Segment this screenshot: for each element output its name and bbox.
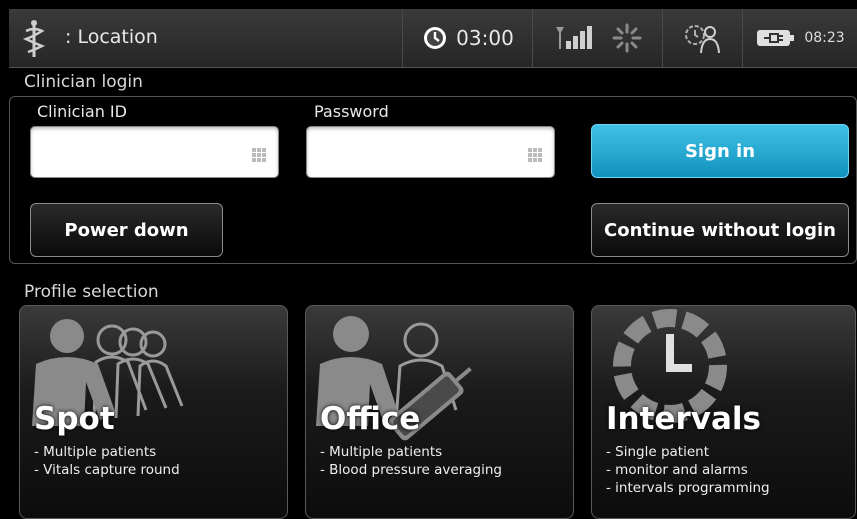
card-title-intervals: Intervals — [606, 401, 761, 437]
battery-plug-icon — [757, 30, 795, 46]
card-line: - Single patient — [606, 444, 709, 460]
battery-widget: 08:23 — [742, 9, 857, 67]
sign-in-button[interactable]: Sign in — [591, 124, 849, 178]
card-description-intervals: - Single patient - monitor and alarms - … — [606, 443, 770, 497]
clinician-id-label: Clinician ID — [37, 102, 127, 121]
clinician-status-widget[interactable] — [662, 9, 743, 67]
location-label[interactable]: : Location — [65, 26, 158, 48]
card-line: - Vitals capture round — [34, 462, 180, 478]
caduceus-icon — [22, 20, 46, 57]
signal-strength-icon — [556, 26, 592, 49]
card-line: - monitor and alarms — [606, 462, 748, 478]
power-down-button[interactable]: Power down — [30, 203, 223, 257]
card-line: - Multiple patients — [320, 444, 443, 460]
card-title-office: Office — [320, 401, 421, 437]
password-input[interactable] — [306, 126, 555, 178]
clinician-login-title: Clinician login — [24, 72, 143, 92]
connectivity-widget[interactable] — [532, 9, 663, 67]
timer-widget[interactable]: 03:00 — [402, 9, 533, 67]
clinician-clock-icon — [685, 25, 720, 54]
card-line: - Multiple patients — [34, 444, 157, 460]
keypad-icon[interactable] — [252, 148, 266, 162]
card-description-spot: - Multiple patients - Vitals capture rou… — [34, 443, 180, 479]
keypad-icon[interactable] — [528, 148, 542, 162]
loading-spinner-icon — [612, 23, 642, 53]
clock-icon — [424, 27, 447, 49]
profile-selection-title: Profile selection — [24, 282, 159, 302]
continue-without-login-button[interactable]: Continue without login — [591, 203, 849, 257]
clock-time: 08:23 — [804, 30, 845, 46]
card-description-office: - Multiple patients - Blood pressure ave… — [320, 443, 502, 479]
timer-value: 03:00 — [456, 26, 514, 50]
profile-card-intervals[interactable]: Intervals - Single patient - monitor and… — [591, 305, 856, 519]
clinician-id-input[interactable] — [30, 126, 279, 178]
profile-card-office[interactable]: Office - Multiple patients - Blood press… — [305, 305, 574, 519]
status-bar: : Location 03:00 08:23 — [9, 9, 857, 68]
card-title-spot: Spot — [34, 401, 115, 437]
card-line: - Blood pressure averaging — [320, 462, 502, 478]
profile-card-spot[interactable]: Spot - Multiple patients - Vitals captur… — [19, 305, 288, 519]
card-line: - intervals programming — [606, 480, 770, 496]
password-label: Password — [314, 102, 389, 121]
